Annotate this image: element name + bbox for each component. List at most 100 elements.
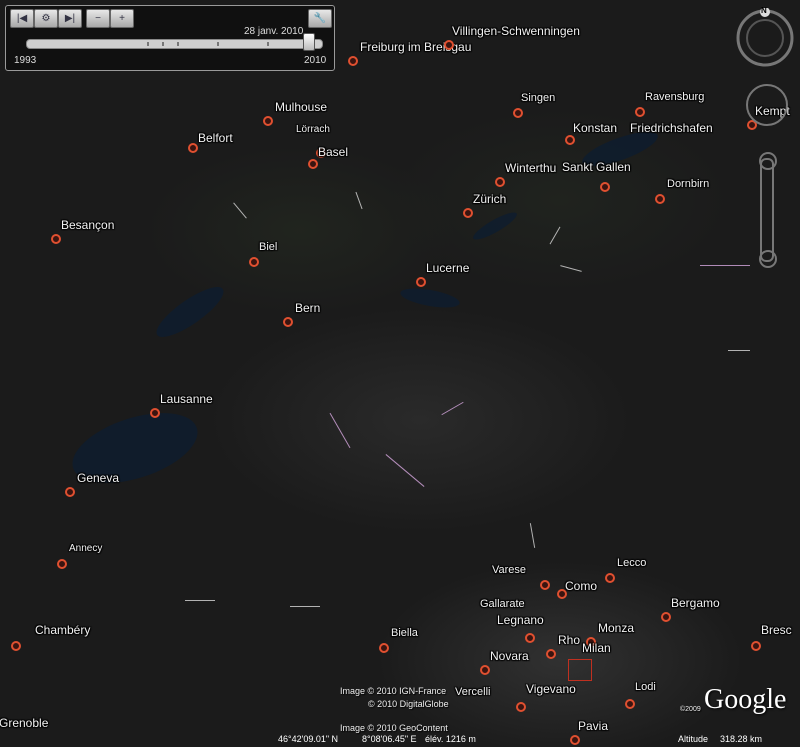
city-label: Lodi xyxy=(635,681,656,693)
city-marker[interactable]: Bresc xyxy=(751,623,792,651)
city-marker[interactable]: Mulhouse xyxy=(263,100,327,126)
city-marker[interactable]: Besançon xyxy=(51,218,114,244)
city-label: Pavia xyxy=(578,719,609,733)
city-label: Konstan xyxy=(573,121,618,135)
city-marker[interactable]: Geneva xyxy=(65,471,119,497)
city-label: Rho xyxy=(558,633,581,647)
lake-zurich xyxy=(470,208,520,244)
zoom-minus-icon[interactable] xyxy=(759,250,777,268)
city-marker[interactable]: Belfort xyxy=(188,131,233,153)
city-marker[interactable]: Friedrichshafen xyxy=(630,121,713,145)
city-marker[interactable]: Varese xyxy=(492,564,550,590)
city-label: Friedrichshafen xyxy=(630,121,713,135)
road-line xyxy=(355,191,363,210)
city-marker[interactable]: Chambéry xyxy=(11,623,90,651)
city-label: Singen xyxy=(521,92,556,104)
zoom-out-time-button[interactable]: − xyxy=(86,9,110,28)
city-dot-icon xyxy=(57,559,67,569)
city-dot-icon xyxy=(540,580,550,590)
map-view[interactable]: Freiburg im Breisgau Villingen-Schwennin… xyxy=(0,0,800,747)
wrench-icon[interactable]: 🔧 xyxy=(308,9,332,28)
road-line xyxy=(560,265,582,272)
city-marker[interactable]: Vigevano xyxy=(516,682,576,712)
city-dot-icon xyxy=(416,277,426,287)
slider-tick xyxy=(177,42,179,46)
city-dot-icon xyxy=(565,135,575,145)
city-marker[interactable]: Singen xyxy=(513,92,555,118)
city-marker[interactable]: Annecy xyxy=(57,543,102,569)
city-dot-icon xyxy=(480,665,490,675)
city-marker[interactable]: Winterthu xyxy=(495,161,556,187)
time-slider-track[interactable] xyxy=(26,39,323,49)
city-dot-icon xyxy=(150,408,160,418)
city-label: Vigevano xyxy=(526,682,576,696)
back-to-start-button[interactable]: |◀ xyxy=(10,9,34,28)
city-dot-icon xyxy=(283,317,293,327)
city-dot-icon xyxy=(444,40,454,50)
settings-button[interactable]: ⚙ xyxy=(34,9,58,28)
city-dot-icon xyxy=(11,641,21,651)
city-marker[interactable]: Lucerne xyxy=(416,261,469,287)
city-label: Vercelli xyxy=(455,686,491,698)
city-marker[interactable]: Vercelli xyxy=(453,686,490,710)
status-bar: 46°42'09.01" N 8°08'06.45" E élév. 1216 … xyxy=(0,733,800,747)
zoom-plus-icon[interactable] xyxy=(759,152,777,170)
slider-tick xyxy=(147,42,149,46)
city-marker[interactable]: Konstan xyxy=(565,121,617,145)
copyright-year: ©2009 xyxy=(680,706,701,713)
city-marker[interactable]: Ravensburg xyxy=(635,91,704,117)
zoom-in-time-button[interactable]: + xyxy=(110,9,134,28)
city-label: Gallarate xyxy=(480,598,525,610)
city-marker[interactable]: Novara xyxy=(480,649,529,675)
slider-tick xyxy=(267,42,269,46)
city-marker[interactable]: Lodi xyxy=(625,681,656,709)
city-dot-icon xyxy=(249,257,259,267)
city-marker[interactable]: Rho xyxy=(546,633,580,659)
google-logo: Google xyxy=(704,684,787,715)
city-dot-icon xyxy=(308,159,318,169)
city-dot-icon xyxy=(263,116,273,126)
zoom-slider[interactable] xyxy=(759,152,777,268)
city-marker[interactable]: Zürich xyxy=(463,192,506,218)
city-label: Novara xyxy=(490,649,529,663)
city-label: Basel xyxy=(318,145,349,159)
end-year: 2010 xyxy=(304,55,327,66)
city-marker[interactable]: Biella xyxy=(379,627,418,653)
city-marker[interactable]: Lecco xyxy=(605,557,646,583)
city-dot-icon xyxy=(751,641,761,651)
city-dot-icon xyxy=(463,208,473,218)
attribution-line-1: Image © 2010 IGN-France xyxy=(340,686,447,696)
city-dot-icon xyxy=(495,177,505,187)
city-marker[interactable]: Lausanne xyxy=(150,392,213,418)
city-dot-icon xyxy=(188,143,198,153)
city-dot-icon xyxy=(513,108,523,118)
border-line xyxy=(329,412,351,449)
city-marker[interactable]: Como xyxy=(557,579,597,599)
look-control[interactable] xyxy=(746,84,788,126)
city-marker[interactable]: Legnano xyxy=(497,613,544,643)
city-marker[interactable]: Gallarate xyxy=(480,598,525,610)
city-label: Winterthu xyxy=(505,161,557,175)
city-marker[interactable]: Basel xyxy=(308,145,348,169)
city-marker[interactable]: Sankt Gallen xyxy=(562,160,631,192)
city-label: Grenoble xyxy=(0,716,49,730)
time-slider-thumb[interactable] xyxy=(303,33,315,51)
city-marker[interactable]: Villingen-Schwenningen xyxy=(444,24,580,50)
city-marker[interactable]: Freiburg im Breisgau xyxy=(348,40,471,66)
city-label: Monza xyxy=(598,621,635,635)
forward-button[interactable]: ▶| xyxy=(58,9,82,28)
compass-north-label: N xyxy=(761,6,767,15)
border-line xyxy=(441,401,464,416)
compass-ring[interactable]: N xyxy=(735,6,795,68)
city-marker[interactable]: Bergamo xyxy=(661,596,720,622)
city-marker[interactable]: Biel xyxy=(249,241,277,267)
city-dot-icon xyxy=(65,487,75,497)
city-marker[interactable]: Bern xyxy=(283,301,320,327)
city-label: Lecco xyxy=(617,557,647,569)
city-label: Bern xyxy=(295,301,321,315)
lake-lucerne xyxy=(399,284,461,312)
city-marker[interactable]: Milan xyxy=(568,641,611,681)
city-marker[interactable]: Dornbirn xyxy=(655,178,709,204)
attribution-line-2: © 2010 DigitalGlobe xyxy=(368,699,449,709)
road-line xyxy=(290,606,320,607)
